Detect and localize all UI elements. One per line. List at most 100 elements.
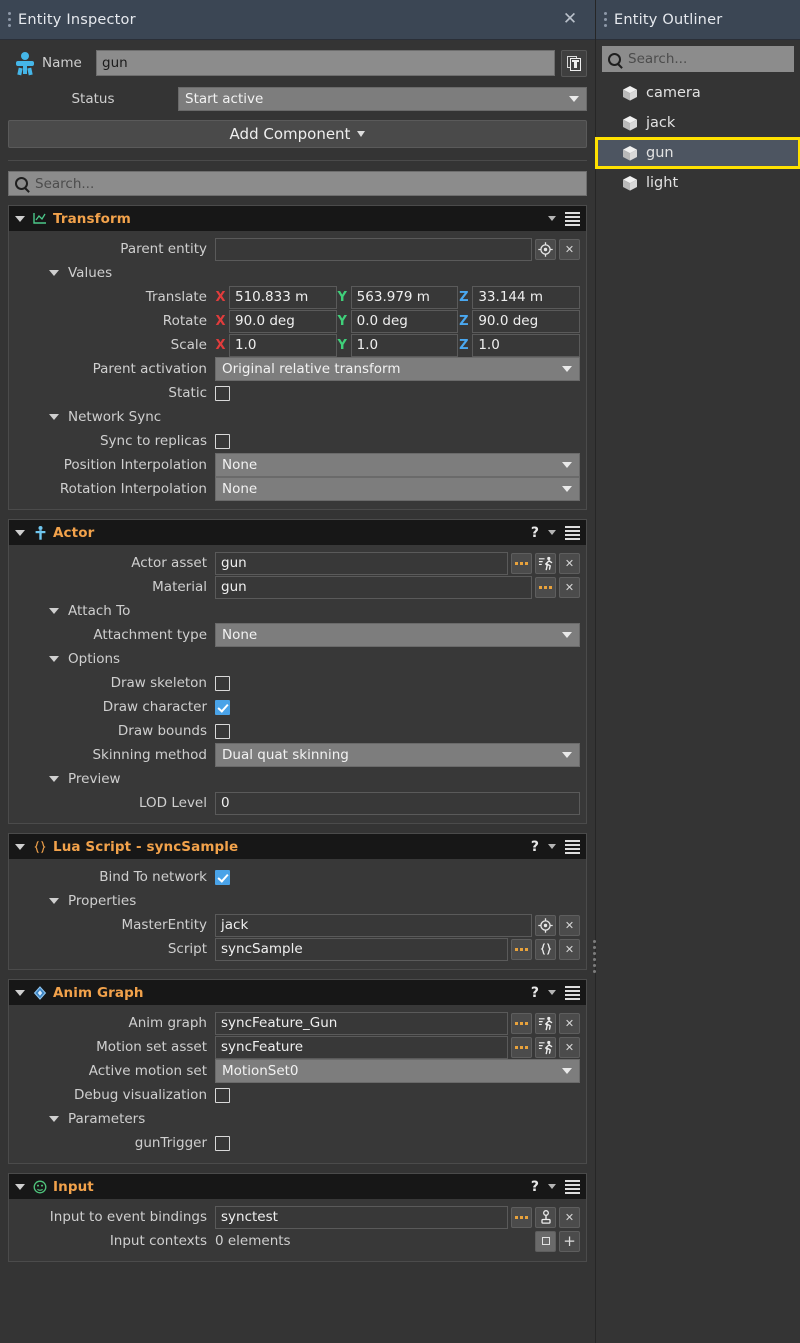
expand-chevron-icon[interactable] <box>49 270 59 276</box>
panel-splitter-handle[interactable] <box>593 940 596 973</box>
motion-set-asset-field[interactable]: syncFeature <box>215 1036 508 1059</box>
open-input-bindings-joystick-icon[interactable] <box>535 1207 556 1228</box>
open-animation-editor-icon[interactable] <box>535 1037 556 1058</box>
actor-asset-field[interactable]: gun <box>215 552 508 575</box>
collapse-chevron-icon[interactable] <box>15 844 25 850</box>
gun-trigger-checkbox[interactable] <box>215 1136 230 1151</box>
outliner-item-light[interactable]: light <box>596 168 800 198</box>
help-icon[interactable]: ? <box>531 1179 539 1195</box>
debug-visualization-checkbox[interactable] <box>215 1088 230 1103</box>
component-menu-icon[interactable] <box>565 1180 580 1194</box>
translate-x-input[interactable]: 510.833 m <box>229 286 337 309</box>
browse-ellipsis-button[interactable] <box>511 1013 532 1034</box>
open-actor-editor-icon[interactable] <box>535 553 556 574</box>
draw-bounds-checkbox[interactable] <box>215 724 230 739</box>
header-chevron-down-icon[interactable] <box>548 216 556 221</box>
transform-header[interactable]: Transform <box>9 206 586 231</box>
skinning-method-dropdown[interactable]: Dual quat skinning <box>215 743 580 767</box>
header-chevron-down-icon[interactable] <box>548 844 556 849</box>
anim-graph-header[interactable]: Anim Graph ? <box>9 980 586 1005</box>
clear-actor-asset-button[interactable]: ✕ <box>559 553 580 574</box>
clear-parent-entity-button[interactable]: ✕ <box>559 239 580 260</box>
draw-character-checkbox[interactable] <box>215 700 230 715</box>
pick-target-icon[interactable] <box>535 239 556 260</box>
rotate-x-input[interactable]: 90.0 deg <box>229 310 337 333</box>
static-checkbox[interactable] <box>215 386 230 401</box>
input-bindings-field[interactable]: synctest <box>215 1206 508 1229</box>
active-motion-set-dropdown[interactable]: MotionSet0 <box>215 1059 580 1083</box>
panel-drag-handle-icon[interactable] <box>596 12 610 27</box>
status-dropdown[interactable]: Start active <box>178 87 587 111</box>
rotate-z-input[interactable]: 90.0 deg <box>472 310 580 333</box>
open-animation-editor-icon[interactable] <box>535 1013 556 1034</box>
outliner-item-jack[interactable]: jack <box>596 108 800 138</box>
rotation-interpolation-dropdown[interactable]: None <box>215 477 580 501</box>
options-group-row[interactable]: Options <box>15 647 580 671</box>
close-icon[interactable]: ✕ <box>559 9 581 31</box>
sync-to-replicas-checkbox[interactable] <box>215 434 230 449</box>
help-icon[interactable]: ? <box>531 985 539 1001</box>
properties-group-row[interactable]: Properties <box>15 889 580 913</box>
clear-elements-button[interactable] <box>535 1231 556 1252</box>
clear-anim-graph-button[interactable]: ✕ <box>559 1013 580 1034</box>
browse-ellipsis-button[interactable] <box>511 939 532 960</box>
expand-chevron-icon[interactable] <box>49 898 59 904</box>
parameters-group-row[interactable]: Parameters <box>15 1107 580 1131</box>
attach-to-group-row[interactable]: Attach To <box>15 599 580 623</box>
expand-chevron-icon[interactable] <box>49 776 59 782</box>
outliner-search-input[interactable]: Search... <box>602 46 794 72</box>
outliner-item-camera[interactable]: camera <box>596 78 800 108</box>
collapse-chevron-icon[interactable] <box>15 216 25 222</box>
translate-z-input[interactable]: 33.144 m <box>472 286 580 309</box>
expand-chevron-icon[interactable] <box>49 656 59 662</box>
lua-script-header[interactable]: Lua Script - syncSample ? <box>9 834 586 859</box>
collapse-chevron-icon[interactable] <box>15 1184 25 1190</box>
help-icon[interactable]: ? <box>531 525 539 541</box>
collapse-chevron-icon[interactable] <box>15 990 25 996</box>
outliner-item-gun[interactable]: gun <box>596 138 800 168</box>
values-group-row[interactable]: Values <box>15 261 580 285</box>
master-entity-field[interactable]: jack <box>215 914 532 937</box>
component-menu-icon[interactable] <box>565 840 580 854</box>
scale-x-input[interactable]: 1.0 <box>229 334 337 357</box>
anim-graph-field[interactable]: syncFeature_Gun <box>215 1012 508 1035</box>
material-field[interactable]: gun <box>215 576 532 599</box>
scale-y-input[interactable]: 1.0 <box>351 334 459 357</box>
actor-header[interactable]: Actor ? <box>9 520 586 545</box>
add-element-button[interactable]: + <box>559 1231 580 1252</box>
component-menu-icon[interactable] <box>565 212 580 226</box>
clear-script-button[interactable]: ✕ <box>559 939 580 960</box>
browse-ellipsis-button[interactable] <box>511 1207 532 1228</box>
parent-activation-dropdown[interactable]: Original relative transform <box>215 357 580 381</box>
browse-ellipsis-button[interactable] <box>511 1037 532 1058</box>
browse-ellipsis-button[interactable] <box>511 553 532 574</box>
header-chevron-down-icon[interactable] <box>548 990 556 995</box>
bind-to-network-checkbox[interactable] <box>215 870 230 885</box>
clear-motion-set-button[interactable]: ✕ <box>559 1037 580 1058</box>
position-interpolation-dropdown[interactable]: None <box>215 453 580 477</box>
draw-skeleton-checkbox[interactable] <box>215 676 230 691</box>
expand-chevron-icon[interactable] <box>49 1116 59 1122</box>
clear-master-entity-button[interactable]: ✕ <box>559 915 580 936</box>
component-search-input[interactable]: Search... <box>8 171 587 196</box>
pick-target-icon[interactable] <box>535 915 556 936</box>
lod-level-input[interactable]: 0 <box>215 792 580 815</box>
panel-drag-handle-icon[interactable] <box>0 12 14 27</box>
input-header[interactable]: Input ? <box>9 1174 586 1199</box>
header-chevron-down-icon[interactable] <box>548 1184 556 1189</box>
prefab-pin-icon[interactable] <box>561 50 587 77</box>
collapse-chevron-icon[interactable] <box>15 530 25 536</box>
header-chevron-down-icon[interactable] <box>548 530 556 535</box>
rotate-y-input[interactable]: 0.0 deg <box>351 310 459 333</box>
attachment-type-dropdown[interactable]: None <box>215 623 580 647</box>
name-input[interactable]: gun <box>96 50 555 76</box>
clear-input-bindings-button[interactable]: ✕ <box>559 1207 580 1228</box>
component-menu-icon[interactable] <box>565 526 580 540</box>
script-field[interactable]: syncSample <box>215 938 508 961</box>
preview-group-row[interactable]: Preview <box>15 767 580 791</box>
expand-chevron-icon[interactable] <box>49 608 59 614</box>
network-sync-group-row[interactable]: Network Sync <box>15 405 580 429</box>
edit-script-braces-icon[interactable] <box>535 939 556 960</box>
translate-y-input[interactable]: 563.979 m <box>351 286 459 309</box>
clear-material-button[interactable]: ✕ <box>559 577 580 598</box>
